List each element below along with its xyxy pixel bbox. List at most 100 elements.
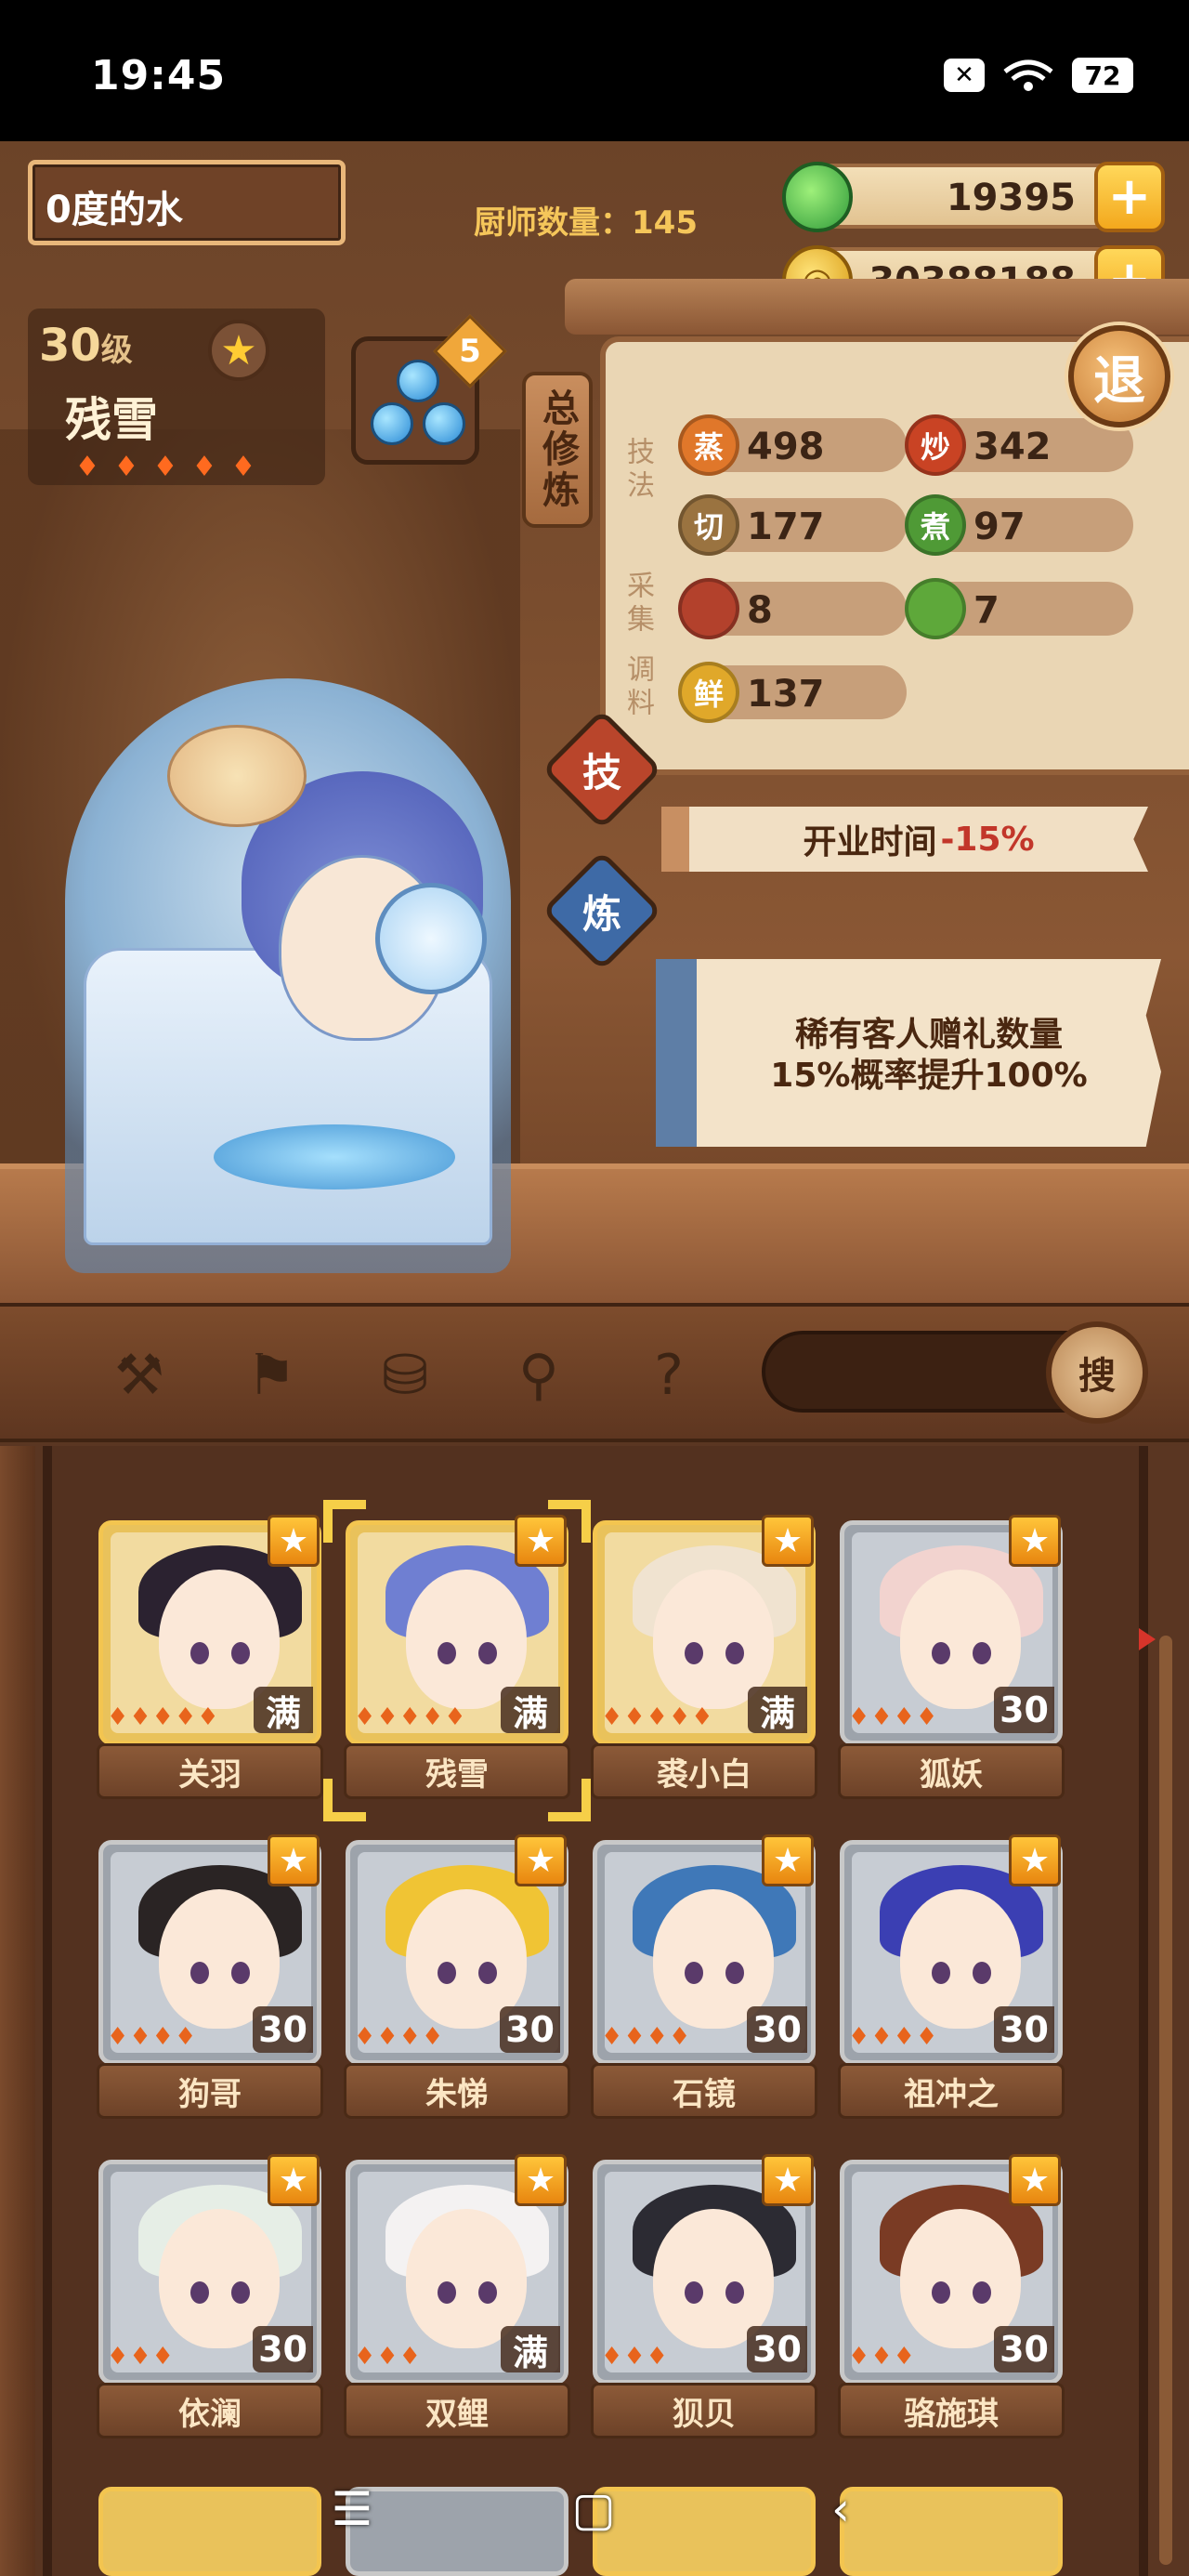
umami-icon: 鲜 [678,662,739,723]
selection-corner [548,1500,591,1543]
chef-name-plate[interactable]: 依澜 [97,2383,323,2438]
chef-card-partial[interactable] [840,2487,1063,2576]
gem-icon [397,360,439,402]
category-gather: 采集 [621,571,654,637]
flame-icon: ♦ [668,1703,691,1731]
chef-level-badge: 30 [994,1687,1054,1733]
flame-icon: ♦ [129,2023,151,2051]
player-name[interactable]: 0度的水 [28,160,346,245]
chef-name-plate[interactable]: 双鲤 [344,2383,570,2438]
chef-level-badge: 30 [253,2326,313,2372]
chef-name-plate[interactable]: 裘小白 [591,1743,817,1799]
chef-card-flames: ♦ ♦ ♦ ♦ [848,2023,937,2051]
back-icon[interactable]: ‹ [808,2479,873,2539]
chef-eye [231,2281,250,2304]
flame-icon: ♦ [376,2343,399,2371]
flame-icon: ♦ [197,1703,219,1731]
flame-icon: ♦ [107,2023,129,2051]
meat-icon [678,578,739,639]
chef-eye [685,1642,703,1664]
bonus-line-2: 15%概率提升100% [770,1057,1088,1095]
star-icon: ★ [1009,1834,1061,1886]
scrollbar[interactable] [1159,1636,1172,2565]
chef-card-partial[interactable] [593,2487,816,2576]
scroll-indicator [1139,1628,1156,1650]
flame-icon: ♦ [848,2023,870,2051]
flame-icon: ♦ [376,2023,399,2051]
boil-icon: 煮 [905,494,966,556]
chef-name-plate[interactable]: 残雪 [344,1743,570,1799]
selection-corner [548,1779,591,1821]
stat-vegetable-value: 7 [973,589,1000,632]
chef-name-plate[interactable]: 狐妖 [838,1743,1065,1799]
chef-eye [231,1642,250,1664]
chef-card-flames: ♦ ♦ ♦ ♦ ♦ [601,1703,713,1731]
search-button[interactable]: 搜 [1046,1321,1148,1424]
flame-icon: ♦ [601,1703,623,1731]
chef-eye [190,2281,209,2304]
flame-icon: ♦ [601,2343,623,2371]
lotus-icon [167,725,307,827]
flame-icon: ♦ [668,2023,691,2051]
question-map-filter-icon[interactable]: ? [632,1338,706,1413]
chef-card-flames: ♦ ♦ ♦ ♦ [848,1703,937,1731]
chef-eye [932,1642,950,1664]
menu-icon[interactable]: ☰ [320,2479,385,2539]
flame-icon: ♦ [893,1703,915,1731]
home-icon[interactable]: ▢ [561,2479,626,2539]
flame-icon: ♦ [915,2023,938,2051]
chef-level-badge: 30 [253,2006,313,2053]
chef-eye [478,1642,497,1664]
stat-meat: 8 [678,578,907,639]
chef-name-plate[interactable]: 祖冲之 [838,2063,1065,2119]
chef-eye [438,1962,456,1984]
gem-icon [371,402,413,445]
chef-name-plate[interactable]: 关羽 [97,1743,323,1799]
gem-icon [423,402,465,445]
chef-name-plate[interactable]: 石镜 [591,2063,817,2119]
fry-icon: 炒 [905,414,966,476]
skill-tab-label: 技 [581,749,621,795]
chef-level-badge: 30 [747,2326,807,2372]
open-time-bonus: 开业时间 -15% [661,807,1148,872]
stat-steam: 蒸 498 [678,414,907,476]
flame-icon: ♦ [399,2023,421,2051]
favorite-star-icon[interactable]: ★ [208,320,269,381]
flame-icon: ♦ [230,450,256,483]
chef-name-plate[interactable]: 朱悌 [344,2063,570,2119]
chef-eye [725,2281,744,2304]
flame-icon: ♦ [399,1703,421,1731]
flame-icon: ♦ [129,1703,151,1731]
jar-filter-icon[interactable]: ⛁ [368,1338,442,1413]
chef-name-plate[interactable]: 狈贝 [591,2383,817,2438]
chef-eye [478,1962,497,1984]
flame-icon: ♦ [107,2343,129,2371]
add-jade-button[interactable]: + [1094,162,1165,232]
exit-button[interactable]: 退 [1068,325,1170,427]
chef-card-partial[interactable] [98,2487,321,2576]
chef-eye [685,1962,703,1984]
flame-icon: ♦ [152,450,178,483]
chef-eye [973,1642,991,1664]
board-header [565,279,1189,335]
chef-level-badge: 满 [501,1687,560,1734]
chef-name-plate[interactable]: 狗哥 [97,2063,323,2119]
chef-level-badge: 30 [747,2006,807,2053]
chef-card-flames: ♦ ♦ ♦ [354,2343,421,2371]
location-filter-icon[interactable]: ⚲ [502,1338,576,1413]
flame-icon: ♦ [107,1703,129,1731]
chef-eye [438,2281,456,2304]
tab-total-training[interactable]: 总修炼 [522,372,593,528]
stat-steam-value: 498 [747,426,825,468]
status-time: 19:45 [91,52,227,99]
battery-icon: 72 [1072,58,1133,93]
chef-name-plate[interactable]: 骆施琪 [838,2383,1065,2438]
star-icon: ★ [1009,2154,1061,2206]
chef-count: 厨师数量：145 [474,197,698,243]
chef-card-flames: ♦ ♦ ♦ ♦ ♦ [107,1703,219,1731]
tool-filter-icon[interactable]: ⚑ [234,1338,308,1413]
status-bar: 19:45 ✕ 72 [0,0,1189,141]
flame-icon: ♦ [399,2343,421,2371]
shovel-filter-icon[interactable]: ⚒ [102,1338,176,1413]
stat-cut-value: 177 [747,506,825,548]
